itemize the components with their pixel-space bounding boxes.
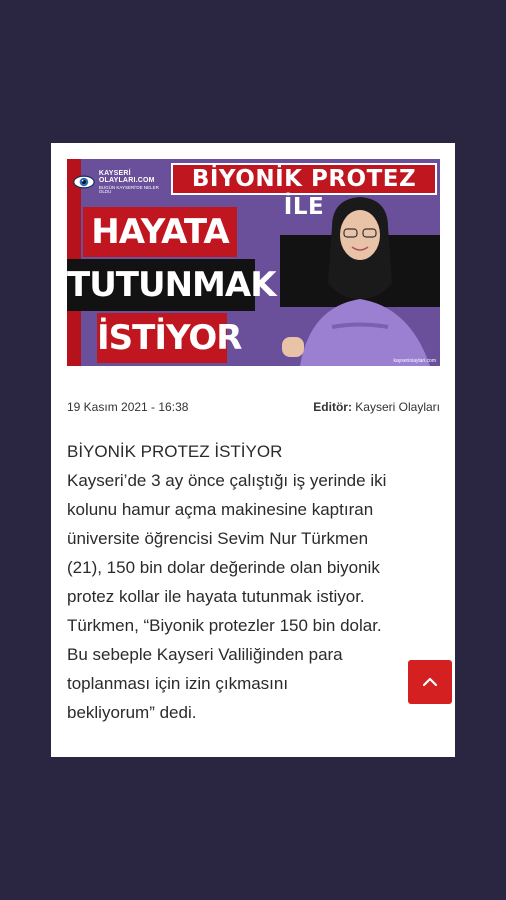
hero-headline-line-3: İSTİYOR xyxy=(97,313,242,363)
logo-tagline: BUGÜN KAYSERİ'DE NELER OLDU xyxy=(98,184,159,194)
publish-date: 19 Kasım 2021 - 16:38 xyxy=(67,400,189,414)
eye-icon xyxy=(73,175,95,189)
article-line: Türkmen, “Biyonik protezler 150 bin dola… xyxy=(67,616,382,635)
person-photo xyxy=(280,197,440,366)
article-line: bekliyorum” dedi. xyxy=(67,703,197,722)
article-line: Kayseri’de 3 ay önce çalıştığı iş yerind… xyxy=(67,471,387,490)
article-body: BİYONİK PROTEZ İSTİYOR Kayseri’de 3 ay ö… xyxy=(67,437,440,727)
article-line: Bu sebeple Kayseri Valiliğinden para xyxy=(67,645,343,664)
article-line: protez kollar ile hayata tutunmak istiyo… xyxy=(67,587,365,606)
article-line: (21), 150 bin dolar değerinde olan biyon… xyxy=(67,558,380,577)
article-line: kolunu hamur açma makinesine kaptıran xyxy=(67,500,374,519)
scroll-to-top-button[interactable] xyxy=(408,660,452,704)
article-meta: 19 Kasım 2021 - 16:38 Editör: Kayseri Ol… xyxy=(67,400,440,416)
article-line: BİYONİK PROTEZ İSTİYOR xyxy=(67,442,283,461)
article-card: KAYSERİ OLAYLARI.COM BUGÜN KAYSERİ'DE NE… xyxy=(51,143,455,757)
logo-title: KAYSERİ OLAYLARI.COM xyxy=(98,169,155,184)
editor-label: Editör: xyxy=(313,400,352,414)
hero-watermark: kayserioiaylari.com xyxy=(393,358,436,364)
article-line: toplanması için izin çıkmasını xyxy=(67,674,289,693)
hero-headline-line-1: HAYATA xyxy=(83,207,237,257)
hero-image: KAYSERİ OLAYLARI.COM BUGÜN KAYSERİ'DE NE… xyxy=(67,159,440,366)
editor-info: Editör: Kayseri Olayları xyxy=(313,400,440,416)
hero-headline-line-2: TUTUNMAK xyxy=(67,259,277,311)
chevron-up-icon xyxy=(422,677,438,687)
article-line: üniversite öğrencisi Sevim Nur Türkmen xyxy=(67,529,369,548)
site-logo[interactable]: KAYSERİ OLAYLARI.COM BUGÜN KAYSERİ'DE NE… xyxy=(73,167,169,197)
editor-name[interactable]: Kayseri Olayları xyxy=(355,400,440,414)
